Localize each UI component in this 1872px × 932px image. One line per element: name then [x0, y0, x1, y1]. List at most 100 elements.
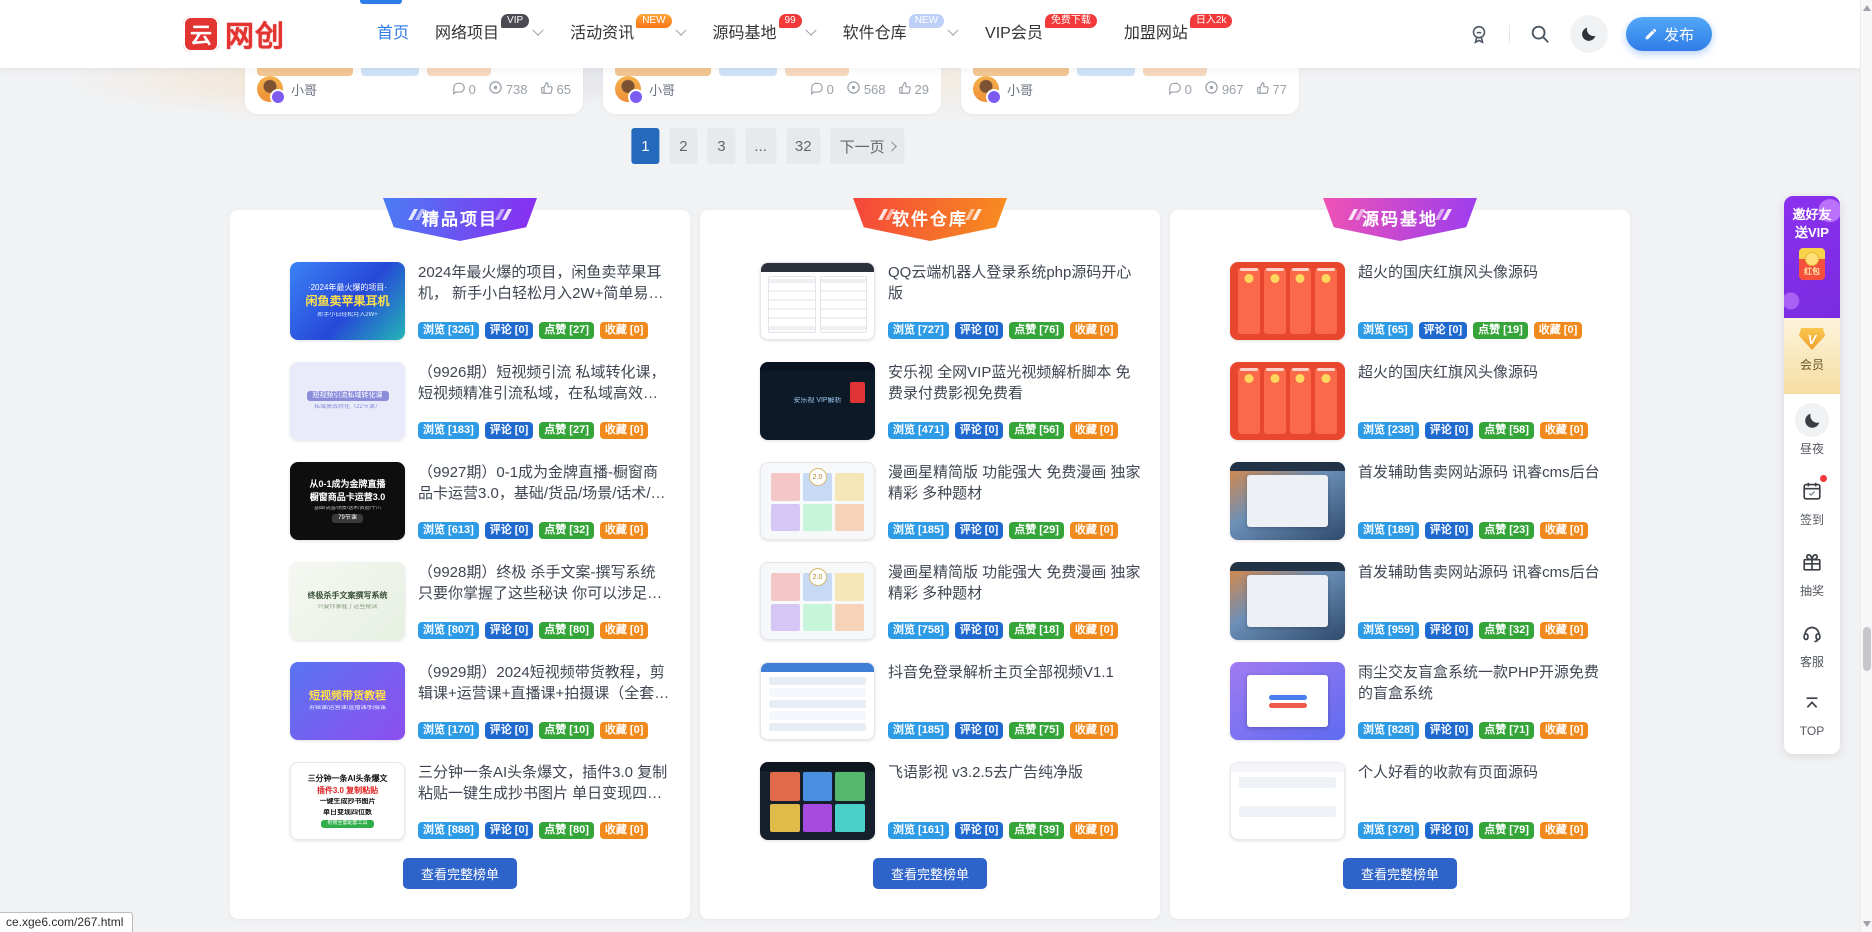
item-title[interactable]: 超火的国庆红旗风头像源码 [1358, 362, 1612, 383]
search-icon[interactable] [1528, 22, 1552, 46]
item-title[interactable]: 雨尘交友盲盒系统一款PHP开源免费的盲盒系统 [1358, 662, 1612, 705]
sidebar-tool-lottery[interactable]: 抽奖 [1784, 536, 1840, 607]
nav-item-network-projects[interactable]: 网络项目VIP [435, 26, 544, 42]
rank-item[interactable]: 首发辅助售卖网站源码 讯睿cms后台浏览 [959]评论 [0]点赞 [32]收… [1230, 562, 1612, 640]
item-title[interactable]: （9926期）短视频引流 私域转化课，短视频精准引流私域，在私域高效转化… [418, 362, 672, 405]
item-thumbnail[interactable]: 三分钟一条AI头条爆文插件3.0 复制粘贴一键生成抄书图片单日变现四位数附赠全套… [290, 762, 405, 840]
item-title[interactable]: 超火的国庆红旗风头像源码 [1358, 262, 1612, 283]
medal-icon[interactable] [1467, 22, 1491, 46]
scrollbar-down-arrow[interactable] [1863, 921, 1871, 927]
comments-count-value: 0 [827, 82, 834, 97]
publish-button[interactable]: 发布 [1626, 17, 1712, 51]
item-thumbnail[interactable] [760, 762, 875, 840]
item-thumbnail[interactable]: 终极杀手文案撰写系统只要你掌握了这些秘诀 [290, 562, 405, 640]
item-thumbnail[interactable] [1230, 262, 1345, 340]
item-thumbnail[interactable]: 安乐视 VIP解析 [760, 362, 875, 440]
stat-badge-favs: 收藏 [0] [600, 622, 649, 639]
stat-badge-likes: 点赞 [27] [539, 322, 594, 339]
view-full-list-button[interactable]: 查看完整榜单 [873, 858, 987, 889]
item-title[interactable]: QQ云端机器人登录系统php源码开心版 [888, 262, 1142, 305]
rank-item[interactable]: QQ云端机器人登录系统php源码开心版浏览 [727]评论 [0]点赞 [76]… [760, 262, 1142, 340]
item-title[interactable]: （9928期）终极 杀手文案-撰写系统 只要你掌握了这些秘诀 你可以涉足漠里… [418, 562, 672, 605]
item-title[interactable]: 个人好看的收款有页面源码 [1358, 762, 1612, 783]
author-name[interactable]: 小哥 [291, 80, 317, 99]
nav-item-join-site[interactable]: 加盟网站日入2k [1124, 26, 1234, 42]
item-thumbnail[interactable] [1230, 762, 1345, 840]
item-thumbnail[interactable]: 短视频带货教程剪辑课/运营课/直播课/拍摄课 [290, 662, 405, 740]
item-thumbnail[interactable] [1230, 662, 1345, 740]
rank-item[interactable]: 超火的国庆红旗风头像源码浏览 [65]评论 [0]点赞 [19]收藏 [0] [1230, 262, 1612, 340]
nav-item-software-repo[interactable]: 软件仓库NEW [843, 26, 959, 42]
item-thumbnail[interactable] [760, 262, 875, 340]
dark-mode-toggle[interactable] [1570, 15, 1608, 53]
page-button-32[interactable]: 32 [786, 128, 821, 164]
item-title[interactable]: 抖音免登录解析主页全部视频V1.1 [888, 662, 1142, 683]
rank-item[interactable]: 个人好看的收款有页面源码浏览 [378]评论 [0]点赞 [79]收藏 [0] [1230, 762, 1612, 840]
view-full-list-button[interactable]: 查看完整榜单 [1343, 858, 1457, 889]
item-thumbnail[interactable] [1230, 362, 1345, 440]
sidebar-tool-back-to-top[interactable]: TOP [1784, 678, 1840, 746]
item-title[interactable]: 飞语影视 v3.2.5去广告纯净版 [888, 762, 1142, 783]
nav-item-source-base[interactable]: 源码基地99 [713, 26, 817, 42]
sidebar-tool-support[interactable]: 客服 [1784, 607, 1840, 678]
rank-item[interactable]: 抖音免登录解析主页全部视频V1.1浏览 [185]评论 [0]点赞 [75]收藏… [760, 662, 1142, 740]
page-button-1[interactable]: 1 [631, 128, 659, 164]
item-thumbnail[interactable]: ·2024年最火爆的项目·闲鱼卖苹果耳机新手小白轻松月入2W+ [290, 262, 405, 340]
page-button-2[interactable]: 2 [669, 128, 697, 164]
author-name[interactable]: 小哥 [649, 80, 675, 99]
item-title[interactable]: （9927期）0-1成为金牌直播-橱窗商品卡运营3.0，基础/货品/场景/话术/… [418, 462, 672, 505]
rank-item[interactable]: 终极杀手文案撰写系统只要你掌握了这些秘诀 （9928期）终极 杀手文案-撰写系统 … [290, 562, 672, 640]
rank-item[interactable]: 2.0漫画星精简版 功能强大 免费漫画 独家精彩 多种题材浏览 [758]评论 … [760, 562, 1142, 640]
item-thumbnail[interactable] [760, 662, 875, 740]
rank-item[interactable]: 飞语影视 v3.2.5去广告纯净版浏览 [161]评论 [0]点赞 [39]收藏… [760, 762, 1142, 840]
ranking-card-software-repo: 软件仓库QQ云端机器人登录系统php源码开心版浏览 [727]评论 [0]点赞 … [700, 210, 1160, 919]
item-title[interactable]: 首发辅助售卖网站源码 讯睿cms后台 [1358, 562, 1612, 583]
rank-item[interactable]: ·2024年最火爆的项目·闲鱼卖苹果耳机新手小白轻松月入2W+ 2024年最火爆的… [290, 262, 672, 340]
site-logo[interactable]: 云 网创 [183, 13, 285, 55]
scrollbar-thumb[interactable] [1863, 627, 1871, 671]
rank-item[interactable]: 三分钟一条AI头条爆文插件3.0 复制粘贴一键生成抄书图片单日变现四位数附赠全套… [290, 762, 672, 840]
likes-count: 77 [1256, 81, 1287, 98]
rank-item[interactable]: 2.0漫画星精简版 功能强大 免费漫画 独家精彩 多种题材浏览 [185]评论 … [760, 462, 1142, 540]
item-title[interactable]: 安乐视 全网VIP蓝光视频解析脚本 免费录付费影视免费看 [888, 362, 1142, 405]
item-thumbnail[interactable]: 2.0 [760, 462, 875, 540]
next-page-button[interactable]: 下一页 [831, 128, 905, 164]
rank-item[interactable]: 从0-1成为金牌直播橱窗商品卡运营3.0基础/货品/场景/话术/数据/千川79节… [290, 462, 672, 540]
pencil-icon [1644, 27, 1658, 41]
view-full-list-button[interactable]: 查看完整榜单 [403, 858, 517, 889]
nav-item-vip-member[interactable]: VIP会员免费下载 [985, 26, 1098, 42]
rank-item[interactable]: 首发辅助售卖网站源码 讯睿cms后台浏览 [189]评论 [0]点赞 [23]收… [1230, 462, 1612, 540]
page-button-3[interactable]: 3 [707, 128, 735, 164]
rank-item[interactable]: 超火的国庆红旗风头像源码浏览 [238]评论 [0]点赞 [58]收藏 [0] [1230, 362, 1612, 440]
sidebar-tool-day-night[interactable]: 昼夜 [1784, 394, 1840, 465]
item-thumbnail[interactable]: 从0-1成为金牌直播橱窗商品卡运营3.0基础/货品/场景/话术/数据/千川79节… [290, 462, 405, 540]
rank-item[interactable]: 短视频带货教程剪辑课/运营课/直播课/拍摄课 （9929期）2024短视频带货教程… [290, 662, 672, 740]
avatar[interactable] [257, 76, 283, 102]
rank-item-text: 漫画星精简版 功能强大 免费漫画 独家精彩 多种题材浏览 [185]评论 [0]… [888, 462, 1142, 540]
item-title[interactable]: 三分钟一条AI头条爆文，插件3.0 复制粘贴一键生成抄书图片 单日变现四位数 [418, 762, 672, 805]
stat-badge-likes: 点赞 [29] [1009, 522, 1064, 539]
item-thumbnail[interactable] [1230, 462, 1345, 540]
sidebar-vip-entry[interactable]: V 会员 [1784, 318, 1840, 394]
item-title[interactable]: 首发辅助售卖网站源码 讯睿cms后台 [1358, 462, 1612, 483]
item-thumbnail[interactable]: 2.0 [760, 562, 875, 640]
item-title[interactable]: 漫画星精简版 功能强大 免费漫画 独家精彩 多种题材 [888, 562, 1142, 605]
rank-item[interactable]: 安乐视 VIP解析安乐视 全网VIP蓝光视频解析脚本 免费录付费影视免费看浏览 … [760, 362, 1142, 440]
nav-item-home[interactable]: 首页 [377, 26, 409, 42]
stat-badge-likes: 点赞 [58] [1479, 422, 1534, 439]
rank-item[interactable]: 短视频引流私域转化课私域高效转化（22节课） （9926期）短视频引流 私域转化课… [290, 362, 672, 440]
avatar[interactable] [973, 76, 999, 102]
stat-badge-comments: 评论 [0] [1425, 422, 1474, 439]
item-title[interactable]: 漫画星精简版 功能强大 免费漫画 独家精彩 多种题材 [888, 462, 1142, 505]
item-title[interactable]: （9929期）2024短视频带货教程，剪辑课+运营课+直播课+拍摄课（全套高清… [418, 662, 672, 705]
nav-item-activity-news[interactable]: 活动资讯NEW [570, 26, 686, 42]
item-thumbnail[interactable]: 短视频引流私域转化课私域高效转化（22节课） [290, 362, 405, 440]
author-name[interactable]: 小哥 [1007, 80, 1033, 99]
item-title[interactable]: 2024年最火爆的项目，闲鱼卖苹果耳机， 新手小白轻松月入2W+简单易上手 [418, 262, 672, 305]
item-thumbnail[interactable] [1230, 562, 1345, 640]
rank-item[interactable]: 雨尘交友盲盒系统一款PHP开源免费的盲盒系统浏览 [828]评论 [0]点赞 [… [1230, 662, 1612, 740]
invite-vip-promo[interactable]: 邀好友 送VIP 红包 [1784, 196, 1840, 318]
avatar[interactable] [615, 76, 641, 102]
sidebar-tool-check-in[interactable]: 签到 [1784, 465, 1840, 536]
scrollbar-up-arrow[interactable] [1863, 5, 1871, 11]
